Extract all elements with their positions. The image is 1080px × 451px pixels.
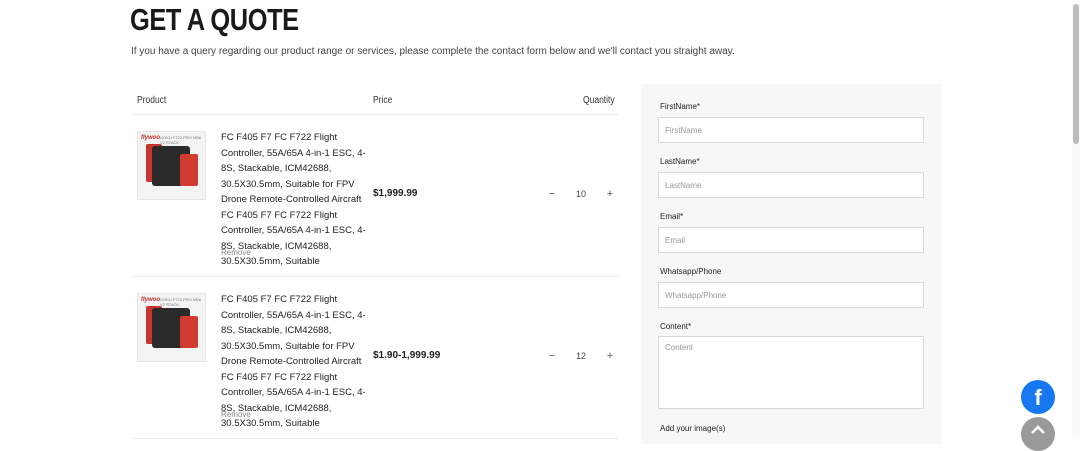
cart-row: flywoo GOKU F722 PRO MINI V2 STACK FC F4… bbox=[131, 277, 618, 439]
phone-label: Whatsapp/Phone bbox=[660, 267, 722, 276]
facebook-icon[interactable]: f bbox=[1021, 380, 1055, 414]
scroll-top-button[interactable] bbox=[1021, 417, 1055, 451]
quote-cart: Product Price Quantity flywoo GOKU F722 … bbox=[131, 86, 618, 439]
remove-link[interactable]: Remove bbox=[221, 410, 251, 419]
quantity-value[interactable]: 12 bbox=[576, 351, 586, 361]
product-image-caption: GOKU F722 PRO MINI V2 STACK bbox=[160, 297, 202, 307]
page-subtitle: If you have a query regarding our produc… bbox=[131, 46, 735, 57]
contact-form: FirstName* LastName* Email* Whatsapp/Pho… bbox=[641, 84, 941, 444]
product-logo: flywoo bbox=[141, 297, 160, 303]
remove-link[interactable]: Remove bbox=[221, 248, 251, 257]
content-label: Content* bbox=[660, 322, 692, 331]
firstname-label: FirstName* bbox=[660, 102, 701, 111]
product-price: $1,999.99 bbox=[373, 188, 418, 199]
quantity-stepper: − 10 + bbox=[546, 188, 616, 200]
content-field[interactable] bbox=[658, 336, 924, 409]
decrease-quantity-button[interactable]: − bbox=[546, 350, 558, 362]
product-logo: flywoo bbox=[141, 135, 160, 141]
increase-quantity-button[interactable]: + bbox=[604, 350, 616, 362]
quantity-value[interactable]: 10 bbox=[576, 189, 586, 199]
phone-field[interactable] bbox=[658, 282, 924, 308]
esc-board-shape bbox=[180, 154, 198, 186]
column-quantity: Quantity bbox=[583, 95, 615, 106]
product-image[interactable]: flywoo GOKU F722 PRO MINI V2 STACK bbox=[137, 131, 206, 200]
scrollbar-thumb[interactable] bbox=[1073, 4, 1079, 144]
email-label: Email* bbox=[660, 212, 684, 221]
quantity-stepper: − 12 + bbox=[546, 350, 616, 362]
images-label: Add your image(s) bbox=[660, 424, 726, 433]
page-title: GET A QUOTE bbox=[130, 2, 299, 37]
column-product: Product bbox=[137, 95, 167, 106]
lastname-field[interactable] bbox=[658, 172, 924, 198]
lastname-label: LastName* bbox=[660, 157, 700, 166]
esc-board-shape bbox=[180, 316, 198, 348]
product-image-caption: GOKU F722 PRO MINI V2 STACK bbox=[160, 135, 202, 145]
column-price: Price bbox=[373, 95, 393, 106]
cart-row: flywoo GOKU F722 PRO MINI V2 STACK FC F4… bbox=[131, 115, 618, 277]
increase-quantity-button[interactable]: + bbox=[604, 188, 616, 200]
decrease-quantity-button[interactable]: − bbox=[546, 188, 558, 200]
product-image[interactable]: flywoo GOKU F722 PRO MINI V2 STACK bbox=[137, 293, 206, 362]
page-scrollbar[interactable] bbox=[1072, 0, 1080, 437]
cart-header: Product Price Quantity bbox=[131, 86, 618, 115]
product-price: $1.90-1,999.99 bbox=[373, 350, 441, 361]
chevron-up-icon bbox=[1031, 425, 1045, 434]
email-field[interactable] bbox=[658, 227, 924, 253]
firstname-field[interactable] bbox=[658, 117, 924, 143]
